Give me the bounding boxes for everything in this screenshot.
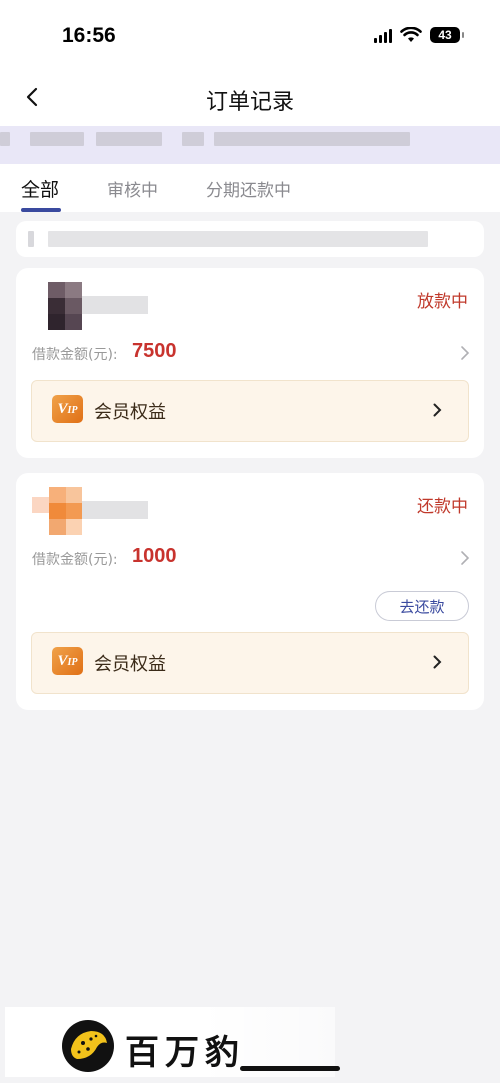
repay-button[interactable]: 去还款 <box>375 591 469 621</box>
blurred-name <box>82 296 148 314</box>
tab-bar: 全部 审核中 分期还款中 <box>0 164 500 212</box>
tab-all[interactable]: 全部 <box>21 175 59 202</box>
order-status: 还款中 <box>417 497 468 517</box>
order-card[interactable]: 还款中 借款金额(元): 1000 去还款 VIP 会员权益 <box>16 473 484 710</box>
watermark-text: 百万豹 <box>125 1033 245 1073</box>
notice-banner <box>0 126 500 164</box>
amount-label: 借款金额(元): <box>32 552 118 568</box>
chevron-right-icon <box>433 403 442 417</box>
tab-installment-repaying[interactable]: 分期还款中 <box>206 176 291 201</box>
wifi-icon <box>400 27 422 42</box>
signal-icon <box>374 27 392 43</box>
vip-label: 会员权益 <box>94 402 166 423</box>
status-time: 16:56 <box>62 24 116 47</box>
vip-icon: VIP <box>52 395 83 423</box>
avatar <box>32 487 82 535</box>
chevron-right-icon[interactable] <box>460 550 470 566</box>
vip-label: 会员权益 <box>94 654 166 675</box>
leopard-logo-icon <box>62 1020 114 1072</box>
page-title: 订单记录 <box>205 90 294 115</box>
status-icons: 43 <box>374 27 464 43</box>
amount-value: 7500 <box>132 340 177 362</box>
order-status: 放款中 <box>417 292 468 312</box>
amount-label: 借款金额(元): <box>32 347 118 363</box>
info-row <box>16 221 484 257</box>
tab-active-indicator <box>21 208 61 212</box>
order-card[interactable]: 放款中 借款金额(元): 7500 VIP 会员权益 <box>16 268 484 458</box>
tab-reviewing[interactable]: 审核中 <box>107 176 158 201</box>
vip-benefits-row[interactable]: VIP 会员权益 <box>31 632 469 694</box>
vip-benefits-row[interactable]: VIP 会员权益 <box>31 380 469 442</box>
vip-icon: VIP <box>52 647 83 675</box>
status-bar: 16:56 43 <box>0 0 500 70</box>
avatar <box>32 282 82 330</box>
amount-value: 1000 <box>132 545 177 567</box>
nav-bar: 订单记录 <box>0 70 500 126</box>
chevron-right-icon[interactable] <box>460 345 470 361</box>
home-indicator <box>240 1066 340 1071</box>
chevron-right-icon <box>433 655 442 669</box>
battery-icon: 43 <box>430 27 464 43</box>
blurred-name <box>82 501 148 519</box>
